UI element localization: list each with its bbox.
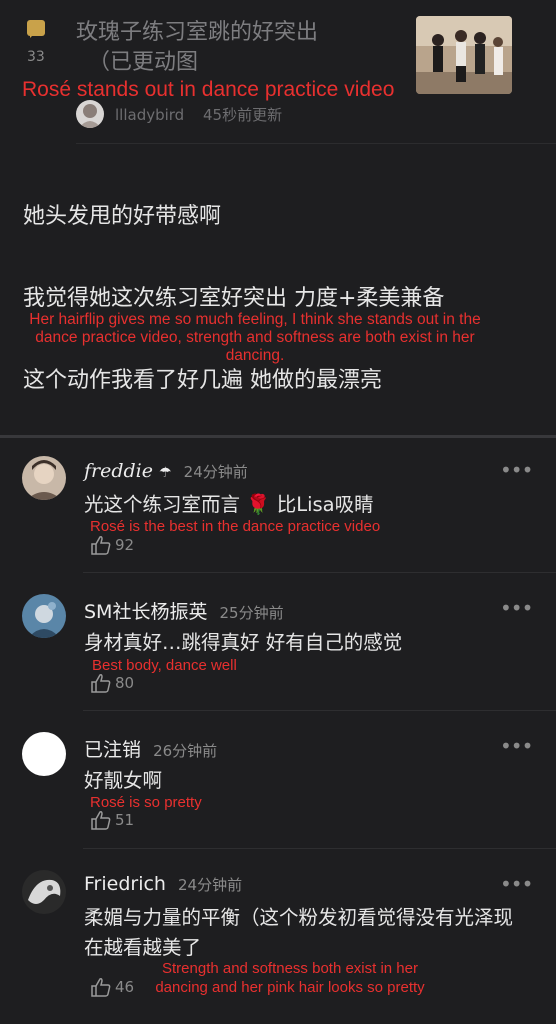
more-options-icon[interactable]: ••• — [500, 734, 533, 758]
comment-text: 光这个练习室而言 🌹 比Lisa吸睛 — [84, 493, 374, 516]
like-count: 51 — [115, 811, 135, 829]
more-options-icon[interactable]: ••• — [500, 596, 533, 620]
comment-author[interactable]: freddie ☂ 24分钟前 — [84, 460, 248, 482]
thumbs-up-icon — [91, 674, 111, 693]
header-divider — [76, 143, 556, 144]
comment-text: 好靓女啊 — [84, 769, 163, 792]
comment-count: 33 — [27, 49, 45, 65]
post-paragraph-2: 我觉得她这次练习室好突出 力度+柔美兼备 — [23, 286, 445, 311]
more-options-icon[interactable]: ••• — [500, 872, 533, 896]
author-avatar[interactable] — [76, 100, 104, 128]
like-button[interactable]: 51 — [90, 810, 134, 830]
comment-time: 24分钟前 — [183, 463, 248, 481]
umbrella-icon: ☂ — [159, 465, 172, 481]
like-count: 80 — [115, 674, 135, 692]
comment-divider — [83, 572, 556, 573]
comment-time: 25分钟前 — [219, 604, 284, 622]
more-options-icon[interactable]: ••• — [500, 458, 533, 482]
comment-divider — [83, 848, 556, 849]
rose-emoji: 🌹 — [246, 493, 271, 516]
post-title[interactable]: 玫瑰子练习室跳的好突出 （已更动图 — [76, 18, 406, 78]
comment-avatar[interactable] — [22, 456, 66, 500]
updated-time: 45秒前更新 — [203, 106, 283, 124]
title-translation: Rosé stands out in dance practice video — [22, 78, 395, 101]
comment-avatar[interactable] — [22, 732, 66, 776]
like-button[interactable]: 46 — [90, 977, 134, 997]
comment-avatar[interactable] — [22, 870, 66, 914]
comment-bubble-icon — [27, 20, 45, 38]
comment-translation: Rosé is the best in the dance practice v… — [90, 518, 381, 535]
comment-translation: Strength and softness both exist in her … — [155, 960, 425, 996]
thumbs-up-icon — [91, 536, 111, 555]
comment-author[interactable]: 已注销 26分钟前 — [84, 735, 217, 762]
comment-author[interactable]: Friedrich 24分钟前 — [84, 873, 242, 895]
comment-text: 柔媚与力量的平衡（这个粉发初看觉得没有光泽现在越看越美了 — [84, 906, 514, 959]
thumbs-up-icon — [91, 978, 111, 997]
comment-avatar[interactable] — [22, 594, 66, 638]
post-paragraph-1: 她头发甩的好带感啊 — [23, 204, 222, 229]
comment-author[interactable]: SM社长杨振英 25分钟前 — [84, 597, 284, 624]
comment-time: 26分钟前 — [153, 742, 218, 760]
post-thumbnail[interactable] — [416, 16, 512, 94]
section-separator — [0, 435, 556, 438]
post-paragraph-3: 这个动作我看了好几遍 她做的最漂亮 — [23, 368, 382, 393]
post-translation: Her hairflip gives me so much feeling, I… — [29, 311, 481, 364]
comment-time: 24分钟前 — [178, 876, 243, 894]
author-meta: llladybird 45秒前更新 — [115, 104, 296, 125]
like-button[interactable]: 92 — [90, 535, 134, 555]
comment-translation: Best body, dance well — [92, 657, 237, 674]
like-count: 92 — [115, 536, 135, 554]
comment-text: 身材真好…跳得真好 好有自己的感觉 — [84, 631, 403, 654]
thumbs-up-icon — [91, 811, 111, 830]
like-button[interactable]: 80 — [90, 673, 134, 693]
author-name[interactable]: llladybird — [115, 106, 184, 124]
comment-translation: Rosé is so pretty — [90, 794, 202, 811]
comment-divider — [83, 710, 556, 711]
like-count: 46 — [115, 978, 135, 996]
